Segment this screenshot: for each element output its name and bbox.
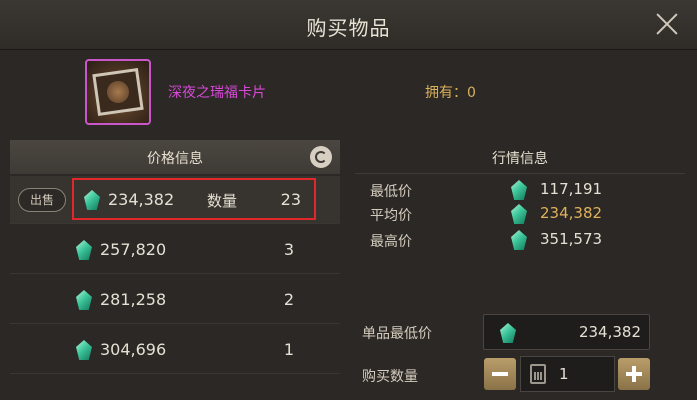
calculator-icon[interactable] (530, 364, 546, 384)
increase-button[interactable] (618, 358, 650, 390)
listing-price: 304,696 (100, 340, 167, 359)
highest-price-value: 351,573 (540, 230, 603, 248)
listing-qty: 1 (283, 340, 294, 359)
highest-price-label: 最高价 (370, 234, 412, 250)
average-price-value: 234,382 (540, 204, 603, 222)
close-icon[interactable] (655, 12, 679, 36)
listing-qty: 23 (280, 190, 301, 209)
average-price-label: 平均价 (370, 208, 412, 224)
unit-price-label: 单品最低价 (362, 326, 432, 342)
unit-price-value: 234,382 (578, 323, 641, 341)
owned-count: 拥有：0 (425, 85, 476, 101)
price-info-title: 价格信息 (147, 151, 203, 167)
listing-price: 234,382 (108, 190, 175, 209)
listing-qty: 3 (283, 240, 294, 259)
sell-button[interactable]: 出售 (18, 188, 66, 212)
listing-qty: 2 (283, 290, 294, 309)
gem-icon (76, 340, 92, 360)
listing-price: 257,820 (100, 240, 167, 259)
purchase-qty-label: 购买数量 (362, 369, 418, 385)
gem-icon (76, 240, 92, 260)
listing-row[interactable]: 出售 234,382 数量 23 (10, 176, 340, 224)
gem-icon (511, 180, 527, 200)
listing-row[interactable]: 281,258 2 (10, 276, 340, 324)
listing-row[interactable]: 304,696 1 (10, 326, 340, 374)
price-info-header: 价格信息 (10, 140, 340, 174)
title-bar: 购买物品 (0, 0, 697, 50)
refresh-icon[interactable] (310, 146, 332, 168)
gem-icon (76, 290, 92, 310)
window-title: 购买物品 (306, 16, 391, 40)
unit-price-field: 234,382 (483, 314, 650, 350)
gem-icon (511, 230, 527, 250)
quantity-input[interactable]: 1 (520, 356, 615, 392)
listing-qty-label: 数量 (207, 192, 238, 210)
listing-row[interactable]: 257,820 3 (10, 226, 340, 274)
lowest-price-value: 117,191 (540, 180, 603, 198)
item-name: 深夜之瑞福卡片 (168, 85, 266, 101)
quantity-value[interactable]: 1 (559, 365, 569, 383)
lowest-price-label: 最低价 (370, 184, 412, 200)
market-info-header: 行情信息 (355, 142, 685, 174)
gem-icon (500, 323, 516, 343)
item-card-icon (85, 59, 151, 125)
item-header (0, 50, 697, 135)
gem-icon (511, 204, 527, 224)
market-info-title: 行情信息 (492, 151, 548, 167)
listing-price: 281,258 (100, 290, 167, 309)
decrease-button[interactable] (484, 358, 516, 390)
